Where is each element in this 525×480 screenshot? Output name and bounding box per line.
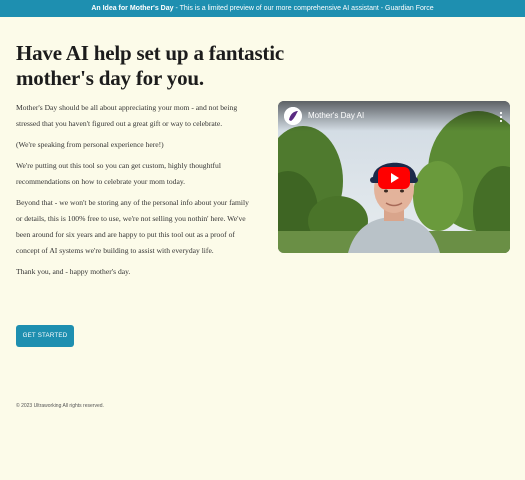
- intro-text: Mother's Day should be all about appreci…: [16, 100, 256, 285]
- intro-paragraph: Beyond that - we won't be storing any of…: [16, 198, 249, 255]
- announcement-banner: An Idea for Mother's Day - This is a lim…: [0, 0, 525, 17]
- intro-paragraph: Thank you, and - happy mother's day.: [16, 267, 131, 276]
- get-started-button[interactable]: GET STARTED: [16, 325, 74, 347]
- channel-logo-icon[interactable]: [284, 107, 302, 125]
- intro-paragraph: Mother's Day should be all about appreci…: [16, 103, 238, 128]
- video-title[interactable]: Mother's Day AI: [308, 111, 364, 120]
- youtube-play-icon[interactable]: [378, 167, 410, 189]
- banner-title: An Idea for Mother's Day: [91, 5, 174, 12]
- page-title: Have AI help set up a fantastic mother's…: [16, 41, 306, 91]
- intro-paragraph: We're putting out this tool so you can g…: [16, 161, 221, 186]
- footer-copyright: © 2023 Ultraworking All rights reserved.: [16, 403, 104, 409]
- more-vertical-icon[interactable]: [498, 111, 504, 123]
- headline-line-2: mother's day for you.: [16, 66, 204, 90]
- intro-paragraph: (We're speaking from personal experience…: [16, 140, 164, 149]
- headline-line-1: Have AI help set up a fantastic: [16, 41, 284, 65]
- video-player[interactable]: Mother's Day AI: [278, 101, 510, 253]
- banner-text: - This is a limited preview of our more …: [173, 5, 434, 12]
